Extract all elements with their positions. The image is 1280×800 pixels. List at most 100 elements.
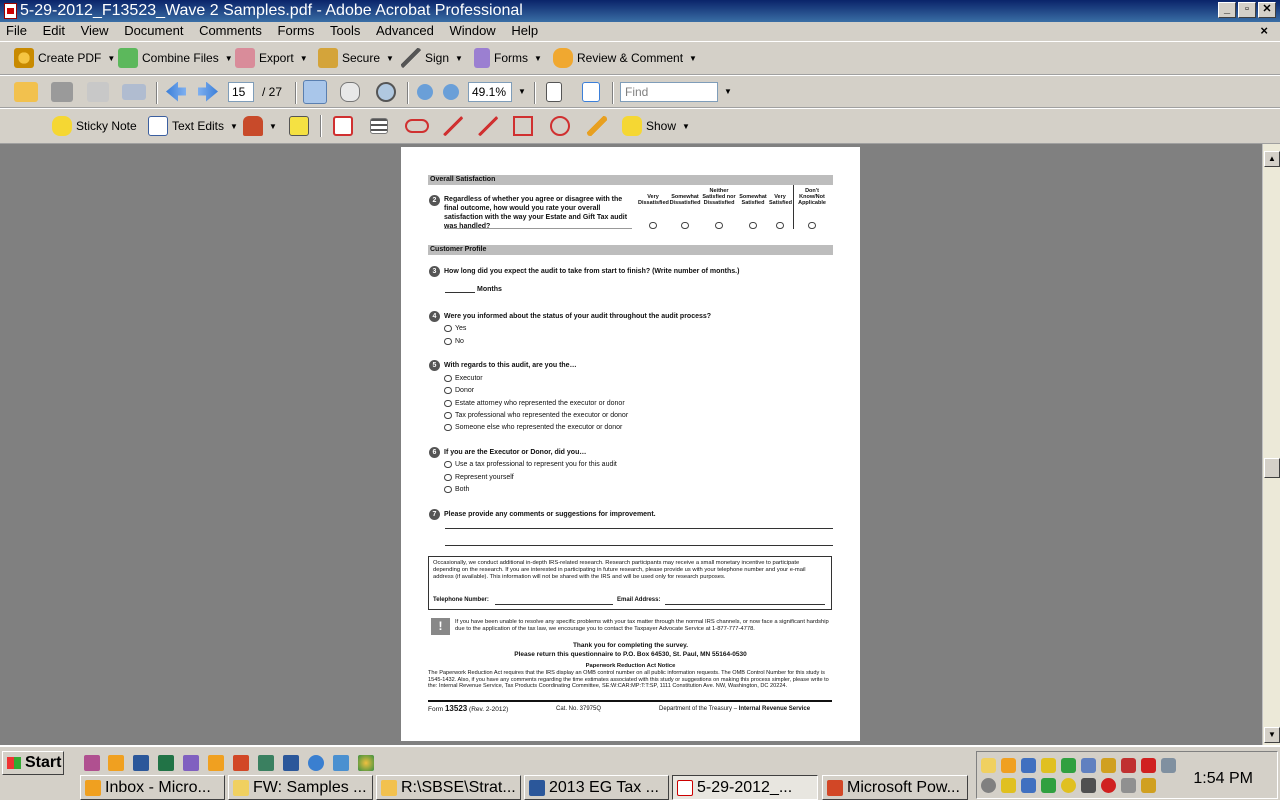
taskbar-acrobat[interactable]: 5-29-2012_... [672, 775, 818, 800]
document-area[interactable]: Overall Satisfaction 2 Regardless of whe… [0, 144, 1262, 745]
document-close-button[interactable]: × [1254, 22, 1274, 40]
menu-file[interactable]: File [0, 22, 33, 40]
secure-button[interactable]: Secure ▼ [318, 42, 394, 74]
quicklaunch-word2-icon[interactable] [283, 755, 299, 771]
scroll-up-icon[interactable]: ▲ [1264, 151, 1280, 167]
quicklaunch-calendar-icon[interactable] [208, 755, 224, 771]
tray-monitor-icon[interactable] [1081, 758, 1096, 773]
q5-option-executor[interactable]: Executor [444, 374, 483, 383]
tray-tool-icon[interactable] [1161, 758, 1176, 773]
taskbar-eg-tax[interactable]: 2013 EG Tax ... [524, 775, 669, 800]
text-box-icon[interactable] [370, 118, 388, 134]
q5-option-tax-professional[interactable]: Tax professional who represented the exe… [444, 411, 628, 420]
sticky-note-button[interactable]: Sticky Note [52, 109, 137, 143]
tray-folder-icon[interactable] [1101, 758, 1116, 773]
tray-network-icon[interactable] [1021, 758, 1036, 773]
q6-option-represent-yourself[interactable]: Represent yourself [444, 473, 514, 482]
pencil-icon[interactable] [587, 116, 607, 136]
menu-document[interactable]: Document [118, 22, 189, 40]
previous-page-icon[interactable] [166, 81, 186, 102]
q4-option-yes[interactable]: Yes [444, 324, 466, 333]
minimize-button[interactable]: _ [1218, 2, 1236, 18]
tray-sync-icon[interactable] [1061, 758, 1076, 773]
q4-option-no[interactable]: No [444, 337, 464, 346]
menu-window[interactable]: Window [443, 22, 501, 40]
tray-green-icon[interactable] [1041, 778, 1056, 793]
fit-width-icon[interactable] [546, 81, 562, 102]
tray-key-icon[interactable] [1001, 778, 1016, 793]
q5-option-someone-else[interactable]: Someone else who represented the executo… [444, 423, 622, 432]
scroll-down-icon[interactable]: ▼ [1264, 727, 1280, 743]
menu-tools[interactable]: Tools [324, 22, 366, 40]
q2-radio-somewhat-satisfied[interactable] [749, 222, 757, 229]
hand-tool-icon[interactable] [340, 81, 360, 102]
tray-antivirus-icon[interactable] [1121, 758, 1136, 773]
tray-security-icon[interactable] [1101, 778, 1116, 793]
quicklaunch-globe-icon[interactable] [358, 755, 374, 771]
next-page-icon[interactable] [198, 81, 218, 102]
zoom-level-input[interactable]: 49.1% [468, 81, 512, 102]
rectangle-icon[interactable] [513, 116, 533, 136]
tray-speaker-icon[interactable] [981, 778, 996, 793]
q6-option-tax-professional[interactable]: Use a tax professional to represent you … [444, 460, 617, 469]
stamp-button[interactable]: ▼ [243, 109, 277, 143]
page-number-input[interactable]: 15 [228, 81, 254, 102]
tray-display-icon[interactable] [1081, 778, 1096, 793]
q2-radio-dont-know[interactable] [808, 222, 816, 229]
q5-option-estate-attorney[interactable]: Estate attorney who represented the exec… [444, 399, 625, 408]
create-pdf-button[interactable]: Create PDF ▼ [14, 42, 115, 74]
tray-usb-icon[interactable] [1121, 778, 1136, 793]
zoom-in-icon[interactable] [443, 83, 459, 100]
tray-mail-icon[interactable] [981, 758, 996, 773]
callout-icon[interactable] [333, 116, 353, 136]
quicklaunch-ie-icon[interactable] [308, 755, 324, 771]
quicklaunch-onenote-icon[interactable] [183, 755, 199, 771]
save-icon[interactable] [87, 81, 109, 102]
tray-power-icon[interactable] [1141, 778, 1156, 793]
forms-button[interactable]: Forms ▼ [474, 42, 542, 74]
zoom-dropdown-icon[interactable]: ▼ [518, 87, 526, 96]
select-tool-icon[interactable] [303, 79, 327, 104]
scroll-thumb[interactable] [1264, 458, 1280, 478]
q2-radio-somewhat-dissatisfied[interactable] [681, 222, 689, 229]
cloud-icon[interactable] [405, 119, 429, 133]
menu-view[interactable]: View [75, 22, 115, 40]
oval-icon[interactable] [550, 116, 570, 136]
tray-reminder-icon[interactable] [1001, 758, 1016, 773]
show-button[interactable]: Show ▼ [622, 109, 690, 143]
q6-option-both[interactable]: Both [444, 485, 469, 494]
menu-help[interactable]: Help [505, 22, 544, 40]
q2-radio-neither[interactable] [715, 222, 723, 229]
zoom-out-icon[interactable] [417, 83, 433, 100]
text-edits-button[interactable]: Text Edits ▼ [148, 109, 238, 143]
review-comment-button[interactable]: Review & Comment ▼ [553, 42, 697, 74]
taskbar-fw-samples[interactable]: FW: Samples ... [228, 775, 373, 800]
quicklaunch-excel-icon[interactable] [158, 755, 174, 771]
tray-shield-icon[interactable] [1061, 778, 1076, 793]
find-input[interactable]: Find [620, 81, 718, 102]
export-button[interactable]: Export ▼ [235, 42, 308, 74]
sign-button[interactable]: Sign ▼ [401, 42, 463, 74]
taskbar-inbox[interactable]: Inbox - Micro... [80, 775, 225, 800]
q5-option-donor[interactable]: Donor [444, 386, 474, 395]
taskbar-powerpoint[interactable]: Microsoft Pow... [822, 775, 968, 800]
fit-page-icon[interactable] [582, 81, 600, 102]
open-folder-icon[interactable] [14, 81, 38, 102]
quicklaunch-word-icon[interactable] [133, 755, 149, 771]
menu-edit[interactable]: Edit [37, 22, 71, 40]
tray-lock-icon[interactable] [1041, 758, 1056, 773]
line-icon[interactable] [478, 116, 498, 136]
q2-radio-very-dissatisfied[interactable] [649, 222, 657, 229]
menu-advanced[interactable]: Advanced [370, 22, 440, 40]
q2-radio-very-satisfied[interactable] [776, 222, 784, 229]
taskbar-folder[interactable]: R:\SBSE\Strat... [376, 775, 521, 800]
tray-alert-icon[interactable] [1141, 758, 1156, 773]
restore-button[interactable]: ▫ [1238, 2, 1256, 18]
start-button[interactable]: Start [2, 751, 64, 775]
vertical-scrollbar[interactable]: ▲ ▼ [1262, 144, 1280, 745]
menu-comments[interactable]: Comments [193, 22, 268, 40]
combine-files-button[interactable]: Combine Files ▼ [118, 42, 233, 74]
quicklaunch-publisher-icon[interactable] [258, 755, 274, 771]
tray-network2-icon[interactable] [1021, 778, 1036, 793]
quicklaunch-powerpoint-icon[interactable] [233, 755, 249, 771]
